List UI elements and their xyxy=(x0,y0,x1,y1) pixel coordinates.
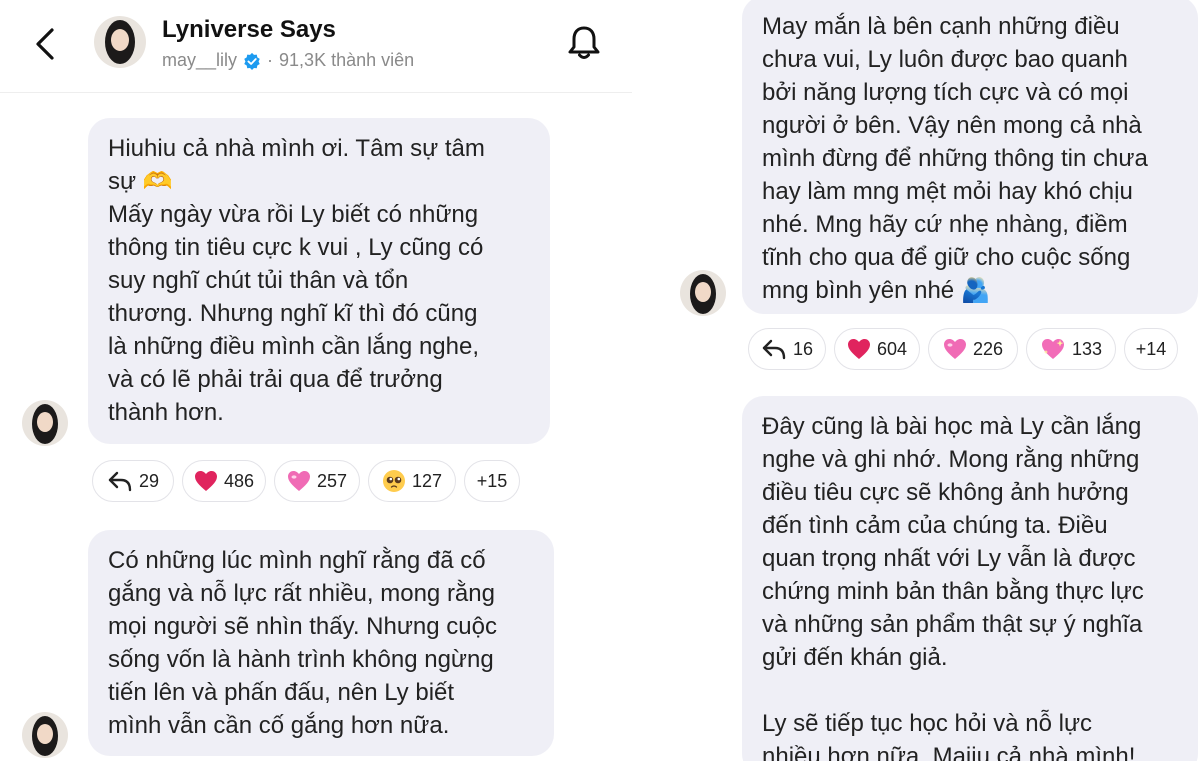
sparkling-heart-icon xyxy=(1041,339,1064,359)
channel-header: Lyniverse Says may__lily · 91,3K thành v… xyxy=(0,0,632,93)
reactions-row: 29 486 257 127 +15 xyxy=(92,460,520,502)
reply-arrow-icon xyxy=(762,339,786,360)
pink-heart-count: 226 xyxy=(972,338,1004,359)
message-text: Đây cũng là bài học mà Ly cần lắng nghe … xyxy=(762,413,1144,761)
pleading-count: 127 xyxy=(411,470,443,491)
message-bubble[interactable]: Hiuhiu cả nhà mình ơi. Tâm sự tâm sự 🫶 M… xyxy=(88,118,550,444)
pleading-face-reaction-chip[interactable]: 127 xyxy=(368,460,456,502)
message-text: Hiuhiu cả nhà mình ơi. Tâm sự tâm sự 🫶 M… xyxy=(108,135,485,426)
right-chat-panel: May mắn là bên cạnh những điều chưa vui,… xyxy=(660,0,1200,761)
more-reactions-chip[interactable]: +15 xyxy=(464,460,520,502)
message-bubble[interactable]: May mắn là bên cạnh những điều chưa vui,… xyxy=(742,0,1198,314)
pink-heart-count: 257 xyxy=(316,470,348,491)
message-text: May mắn là bên cạnh những điều chưa vui,… xyxy=(762,13,1148,304)
left-chat-panel: Lyniverse Says may__lily · 91,3K thành v… xyxy=(0,0,632,761)
reactions-row: 16 604 226 133 +14 xyxy=(748,328,1178,370)
back-button[interactable] xyxy=(28,26,64,62)
chevron-left-icon xyxy=(36,28,54,60)
red-heart-icon xyxy=(847,339,870,359)
channel-subtitle: may__lily · 91,3K thành viên xyxy=(162,50,414,71)
more-reactions-count: +14 xyxy=(1135,338,1167,359)
sender-avatar[interactable] xyxy=(22,400,68,446)
more-reactions-chip[interactable]: +14 xyxy=(1124,328,1178,370)
message-text: Có những lúc mình nghĩ rằng đã cố gắng v… xyxy=(108,547,497,739)
pink-heart-icon xyxy=(287,471,310,491)
notifications-button[interactable] xyxy=(566,24,602,62)
sender-avatar[interactable] xyxy=(680,270,726,316)
reply-count: 16 xyxy=(792,338,814,359)
heart-count: 486 xyxy=(223,470,255,491)
heart-reaction-chip[interactable]: 604 xyxy=(834,328,920,370)
more-reactions-count: +15 xyxy=(476,470,508,491)
channel-name[interactable]: Lyniverse Says xyxy=(162,16,336,44)
sender-avatar[interactable] xyxy=(22,712,68,758)
verified-badge-icon xyxy=(244,52,260,70)
sparkling-heart-count: 133 xyxy=(1071,338,1103,359)
message-bubble[interactable]: Có những lúc mình nghĩ rằng đã cố gắng v… xyxy=(88,530,554,756)
dot-separator: · xyxy=(267,50,274,70)
red-heart-icon xyxy=(194,471,217,491)
message-bubble[interactable]: Đây cũng là bài học mà Ly cần lắng nghe … xyxy=(742,396,1198,761)
reply-count-chip[interactable]: 16 xyxy=(748,328,826,370)
reply-count-chip[interactable]: 29 xyxy=(92,460,174,502)
member-count: 91,3K thành viên xyxy=(279,50,415,70)
bell-icon xyxy=(568,26,600,59)
reply-count: 29 xyxy=(138,470,160,491)
pink-heart-icon xyxy=(943,339,966,359)
reply-arrow-icon xyxy=(108,471,132,492)
channel-username: may__lily xyxy=(162,50,238,70)
pink-heart-reaction-chip[interactable]: 257 xyxy=(274,460,360,502)
heart-reaction-chip[interactable]: 486 xyxy=(182,460,266,502)
pink-heart-reaction-chip[interactable]: 226 xyxy=(928,328,1018,370)
channel-avatar[interactable] xyxy=(94,16,146,68)
heart-count: 604 xyxy=(876,338,908,359)
sparkling-heart-reaction-chip[interactable]: 133 xyxy=(1026,328,1116,370)
pleading-face-icon xyxy=(382,470,405,492)
